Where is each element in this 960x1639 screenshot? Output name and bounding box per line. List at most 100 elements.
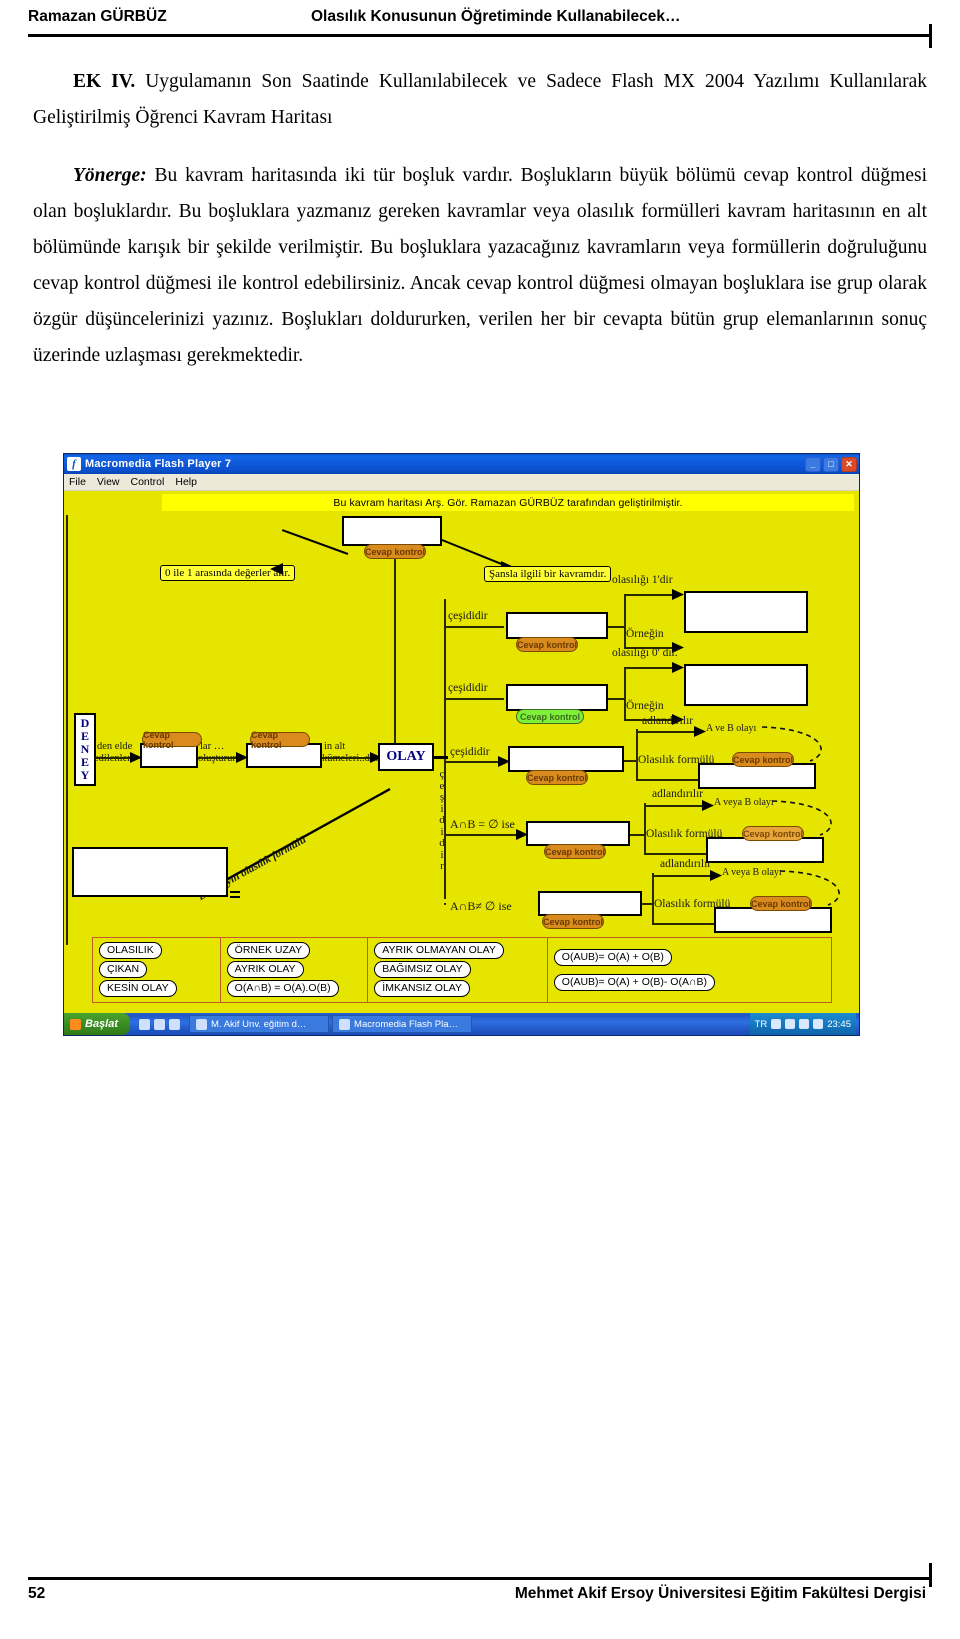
arrowhead-icon: [694, 726, 706, 737]
window-controls[interactable]: _ □ ✕: [805, 456, 857, 472]
legend-item[interactable]: AYRIK OLAY: [226, 961, 304, 978]
menu-item-view[interactable]: View: [97, 476, 120, 488]
footer-tick: [929, 1563, 932, 1587]
flash-icon: [339, 1018, 351, 1030]
blank-node-r5[interactable]: [538, 891, 642, 916]
label-cesididir-3: çeşididir: [450, 746, 490, 758]
dashed-callout-icon: [779, 870, 840, 906]
blank-node-r4[interactable]: [526, 821, 630, 846]
maximize-icon[interactable]: □: [823, 456, 839, 472]
legend-item[interactable]: ÇIKAN: [99, 961, 148, 978]
taskbar-item[interactable]: M. Akif Unv. eğitim d…: [189, 1015, 330, 1033]
taskbar-item[interactable]: Macromedia Flash Pla…: [332, 1015, 473, 1033]
legend-item[interactable]: O(AUB)= O(A) + O(B)- O(A∩B): [553, 974, 716, 991]
clock[interactable]: 23:45: [827, 1019, 851, 1030]
label-ornegin-2: Örneğin: [626, 700, 664, 712]
blank-node-example-2[interactable]: [684, 664, 808, 706]
legend-column: O(AUB)= O(A) + O(B) O(AUB)= O(A) + O(B)-…: [548, 938, 831, 1002]
cevap-kontrol-button[interactable]: Cevap kontrol: [526, 770, 588, 785]
legend-panel: OLASILIK ÇIKAN KESİN OLAY ÖRNEK UZAY AYR…: [92, 937, 832, 1003]
cevap-kontrol-button[interactable]: Cevap kontrol: [516, 709, 584, 724]
running-head-rule: [28, 34, 932, 37]
cevap-kontrol-button[interactable]: Cevap kontrol: [516, 637, 578, 652]
start-button-label: Başlat: [85, 1018, 119, 1030]
connector-r5c: [652, 875, 714, 877]
tray-icon[interactable]: [785, 1019, 796, 1029]
quick-launch-bar[interactable]: [133, 1018, 186, 1030]
tray-icon[interactable]: [799, 1019, 810, 1029]
connector-kumeleri: [322, 757, 374, 759]
legend-item[interactable]: O(A∩B) = O(A).O(B): [226, 980, 339, 997]
window-title: Macromedia Flash Player 7: [85, 458, 232, 470]
flash-stage[interactable]: Bu kavram haritası Arş. Gör. Ramazan GÜR…: [64, 491, 859, 1015]
legend-item[interactable]: OLASILIK: [99, 942, 162, 959]
legend-item[interactable]: ÖRNEK UZAY: [226, 942, 311, 959]
connector-r5d: [652, 923, 714, 925]
cevap-kontrol-button[interactable]: Cevap kontrol: [250, 730, 310, 750]
blank-node-r3[interactable]: [508, 746, 624, 772]
menu-item-control[interactable]: Control: [131, 476, 165, 488]
blank-node-r2[interactable]: [506, 684, 608, 711]
flash-player-window[interactable]: f Macromedia Flash Player 7 _ □ ✕ File V…: [63, 453, 860, 1036]
deney-node[interactable]: DENEY: [74, 713, 96, 786]
arrowhead-icon: [672, 662, 684, 673]
map-left-border: [66, 515, 68, 945]
legend-item[interactable]: BAĞIMSIZ OLAY: [374, 961, 471, 978]
blank-node-r1[interactable]: [506, 612, 608, 639]
legend-item[interactable]: İMKANSIZ OLAY: [374, 980, 471, 997]
show-desktop-icon[interactable]: [139, 1018, 151, 1030]
arrowhead-icon: [702, 800, 714, 811]
connector-r4c: [644, 805, 706, 807]
close-icon[interactable]: ✕: [841, 456, 857, 472]
connector-olusturur: [198, 757, 240, 759]
label-den-elde: den elde: [97, 741, 133, 752]
label-cesididir-2: çeşididir: [448, 682, 488, 694]
label-a-ve-b: A ve B olayı: [706, 723, 757, 734]
system-tray[interactable]: TR 23:45: [749, 1013, 856, 1035]
running-head-tick: [929, 24, 932, 48]
connector-r4d: [644, 853, 706, 855]
arrowhead-icon: [672, 589, 684, 600]
taskbar[interactable]: Başlat M. Akif Unv. eğitim d… Macromedia…: [64, 1013, 859, 1035]
legend-item[interactable]: AYRIK OLMAYAN OLAY: [374, 942, 504, 959]
menu-bar[interactable]: File View Control Help: [64, 474, 859, 491]
legend-item[interactable]: O(AUB)= O(A) + O(B): [553, 949, 672, 966]
arrow-top-left: [281, 529, 349, 555]
connector-r5b: [642, 903, 654, 905]
cevap-kontrol-button[interactable]: Cevap kontrol: [142, 730, 202, 750]
menu-item-help[interactable]: Help: [175, 476, 197, 488]
flash-icon: f: [67, 457, 81, 471]
menu-item-file[interactable]: File: [69, 476, 86, 488]
window-title-bar[interactable]: f Macromedia Flash Player 7 _ □ ✕: [64, 454, 859, 474]
browser-icon[interactable]: [154, 1018, 166, 1030]
legend-column: ÖRNEK UZAY AYRIK OLAY O(A∩B) = O(A).O(B): [221, 938, 369, 1002]
label-olasiligi-1: olasılığı 1'dir: [612, 574, 673, 586]
connector-r4: [444, 834, 520, 836]
footer-rule: [28, 1577, 932, 1580]
journal-name: Mehmet Akif Ersoy Üniversitesi Eğitim Fa…: [514, 1585, 926, 1602]
blank-node-example-1[interactable]: [684, 591, 808, 633]
connector-r3d: [636, 779, 698, 781]
taskbar-item-label: M. Akif Unv. eğitim d…: [211, 1018, 307, 1030]
legend-item[interactable]: KESİN OLAY: [99, 980, 177, 997]
arrow-top-right: [441, 539, 504, 566]
cevap-kontrol-button[interactable]: Cevap kontrol: [364, 544, 426, 559]
minimize-icon[interactable]: _: [805, 456, 821, 472]
connector-r1: [444, 626, 504, 628]
start-button[interactable]: Başlat: [64, 1013, 131, 1035]
equals-mark-2: [230, 896, 240, 898]
tray-icon[interactable]: [813, 1019, 824, 1029]
tray-icon[interactable]: [771, 1019, 782, 1029]
label-in-alt: in alt: [324, 741, 346, 752]
dashed-callout-icon: [771, 800, 832, 836]
cevap-kontrol-button[interactable]: Cevap kontrol: [544, 844, 606, 859]
running-head-author: Ramazan GÜRBÜZ: [28, 8, 167, 25]
connector-r5: [444, 903, 446, 905]
free-answer-node[interactable]: [72, 847, 228, 897]
language-indicator[interactable]: TR: [755, 1019, 768, 1030]
connector-r1c: [624, 594, 676, 596]
cevap-kontrol-button[interactable]: Cevap kontrol: [542, 914, 604, 929]
olay-node[interactable]: OLAY: [378, 743, 434, 771]
media-player-icon[interactable]: [169, 1018, 181, 1030]
blank-node-top[interactable]: [342, 516, 442, 546]
